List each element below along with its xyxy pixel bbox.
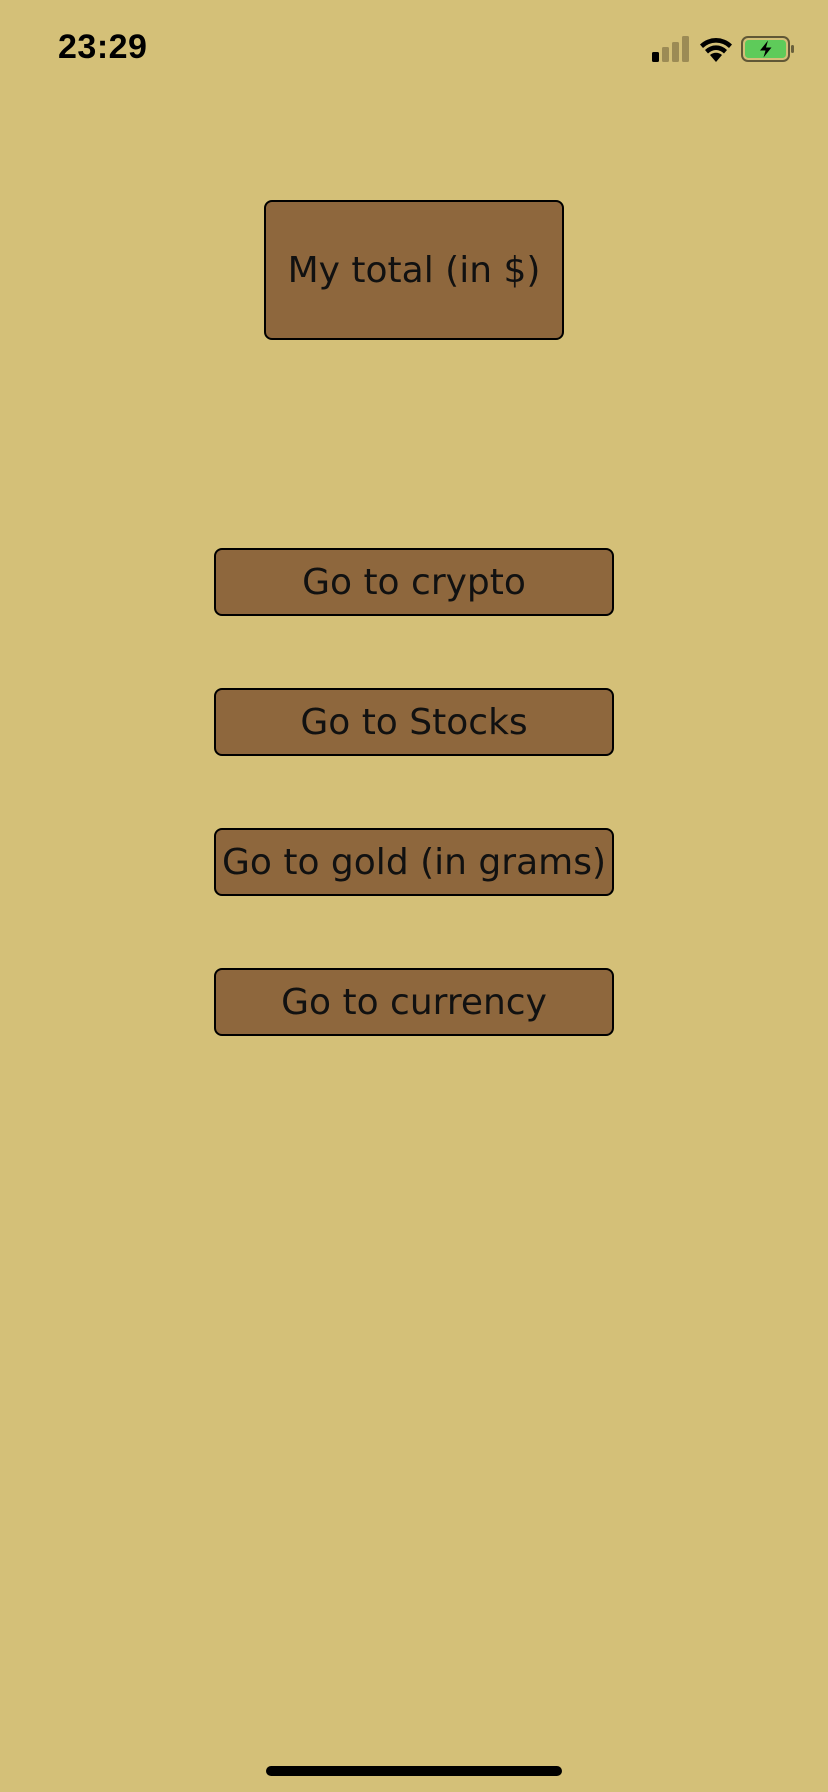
home-indicator[interactable]	[266, 1766, 562, 1776]
battery-charging-icon	[741, 36, 794, 62]
go-to-crypto-button[interactable]: Go to crypto	[214, 548, 614, 616]
go-to-currency-button[interactable]: Go to currency	[214, 968, 614, 1036]
go-to-gold-button[interactable]: Go to gold (in grams)	[214, 828, 614, 896]
status-time: 23:29	[58, 28, 148, 66]
cellular-signal-icon	[652, 36, 689, 62]
go-to-stocks-button[interactable]: Go to Stocks	[214, 688, 614, 756]
status-bar: 23:29	[0, 0, 828, 100]
wifi-icon	[700, 38, 732, 62]
my-total-button[interactable]: My total (in $)	[264, 200, 564, 340]
